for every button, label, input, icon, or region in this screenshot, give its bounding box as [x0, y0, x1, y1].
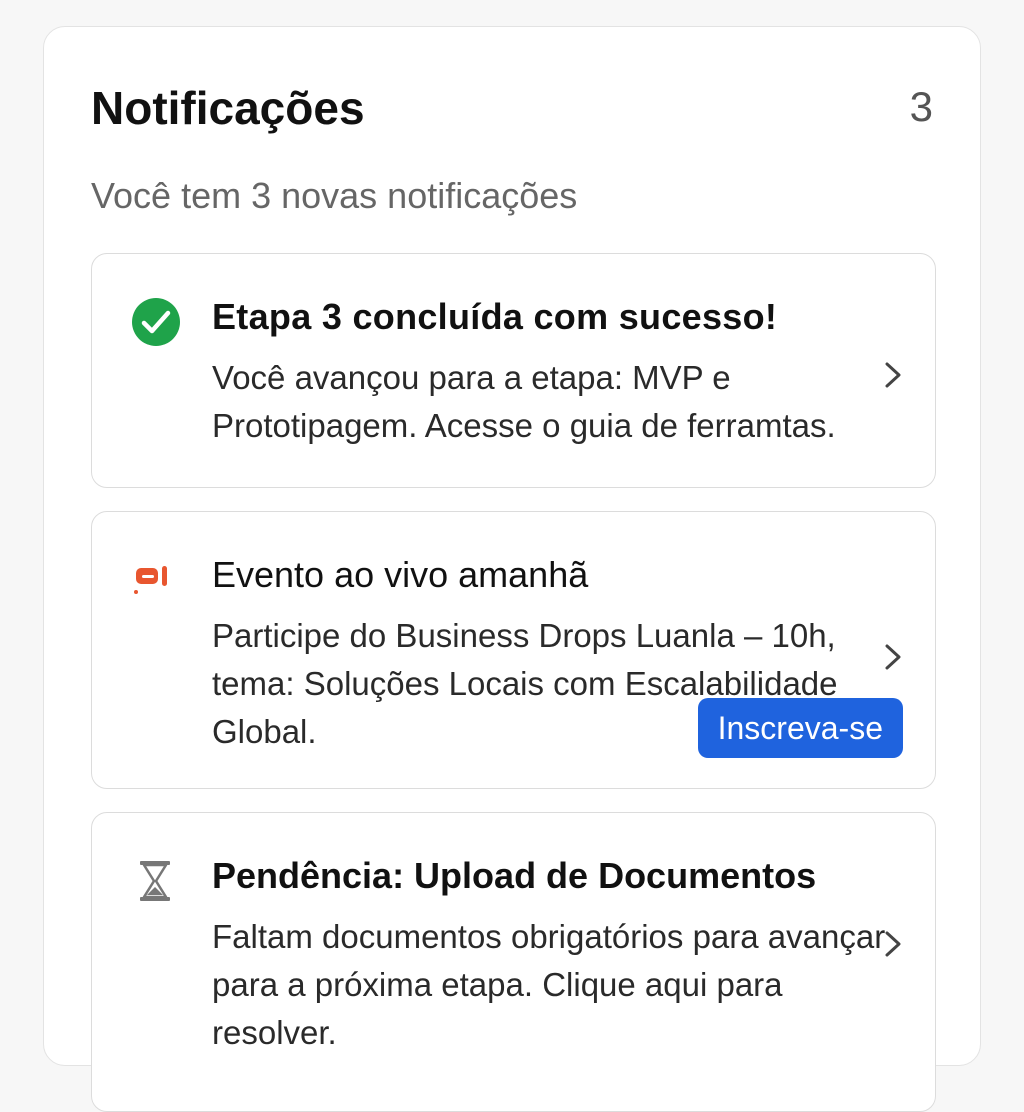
subscribe-button[interactable]: Inscreva-se [697, 698, 903, 758]
chevron-right-icon[interactable] [881, 929, 905, 959]
notification-card-stage-complete[interactable]: Etapa 3 concluída com sucesso! Você avan… [91, 253, 936, 488]
notification-body: Você avançou para a etapa: MVP e Prototi… [212, 359, 836, 444]
notification-card-live-event[interactable]: Evento ao vivo amanhã Participe do Busin… [91, 511, 936, 789]
page-title: Notificações [91, 82, 365, 134]
check-circle-icon [130, 296, 182, 348]
notifications-panel: Notificações 3 Você tem 3 novas notifica… [43, 26, 981, 1112]
notification-count: 3 [909, 83, 933, 130]
notification-title: Pendência: Upload de Documentos [212, 855, 817, 896]
notification-title: Etapa 3 concluída com sucesso! [212, 296, 778, 337]
chevron-right-icon[interactable] [881, 360, 905, 390]
megaphone-icon [130, 554, 182, 606]
notification-card-pending-upload[interactable]: Pendência: Upload de Documentos Faltam d… [91, 812, 936, 1112]
hourglass-icon [130, 855, 182, 907]
notification-body: Faltam documentos obrigatórios para avan… [212, 918, 886, 1051]
page-subtitle: Você tem 3 novas notificações [91, 175, 578, 216]
notification-title: Evento ao vivo amanhã [212, 554, 589, 595]
chevron-right-icon[interactable] [881, 642, 905, 672]
